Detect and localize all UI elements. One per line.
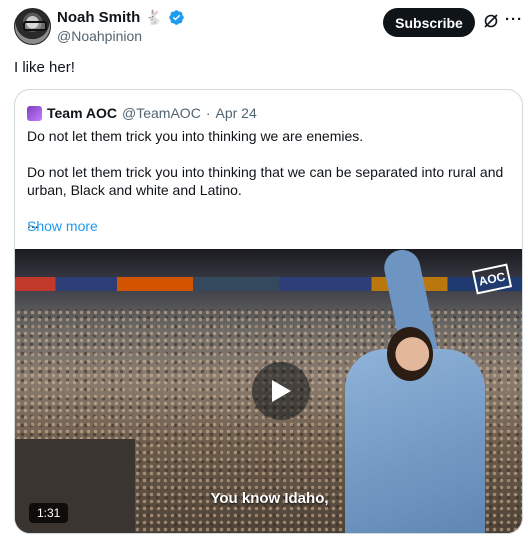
more-options-icon[interactable]: ··· <box>505 11 523 28</box>
grok-icon[interactable] <box>483 13 499 29</box>
subscribe-button[interactable]: Subscribe <box>383 8 475 37</box>
quoted-tweet-date[interactable]: Apr 24 <box>215 105 256 121</box>
quoted-author-name[interactable]: Team AOC <box>47 105 117 121</box>
quoted-tweet-body: Do not let them trick you into thinking … <box>27 127 513 231</box>
play-button[interactable] <box>252 362 310 420</box>
arena-banner <box>15 277 522 291</box>
author-avatar[interactable] <box>14 8 51 45</box>
quoted-author-handle[interactable]: @TeamAOC <box>122 105 201 121</box>
rabbit-emoji: 🐇 <box>145 9 163 25</box>
tweet-text: I like her! <box>14 59 75 76</box>
video-caption: You know Idaho, <box>210 490 329 507</box>
author-handle[interactable]: @Noahpinion <box>57 28 142 44</box>
speaker-head <box>387 327 433 381</box>
author-name-row: Noah Smith 🐇 <box>57 9 185 26</box>
video-duration: 1:31 <box>29 503 69 523</box>
header-separator: · <box>205 105 211 121</box>
quoted-paragraph-2: Do not let them trick you into thinking … <box>27 164 504 198</box>
play-icon <box>272 380 291 402</box>
verified-badge-icon <box>169 10 184 25</box>
author-name[interactable]: Noah Smith <box>57 9 140 26</box>
quoted-author-avatar[interactable] <box>27 105 42 121</box>
show-more-link[interactable]: Show more <box>27 218 98 234</box>
quoted-tweet-card[interactable]: Team AOC @TeamAOC · Apr 24 Do not let th… <box>14 89 523 534</box>
quoted-paragraph-1: Do not let them trick you into thinking … <box>27 128 364 144</box>
quoted-tweet-header: Team AOC @TeamAOC · Apr 24 <box>27 105 257 121</box>
quoted-ellipsis: ... <box>27 215 39 231</box>
video-player[interactable]: AOC You know Idaho, 1:31 <box>15 249 522 533</box>
